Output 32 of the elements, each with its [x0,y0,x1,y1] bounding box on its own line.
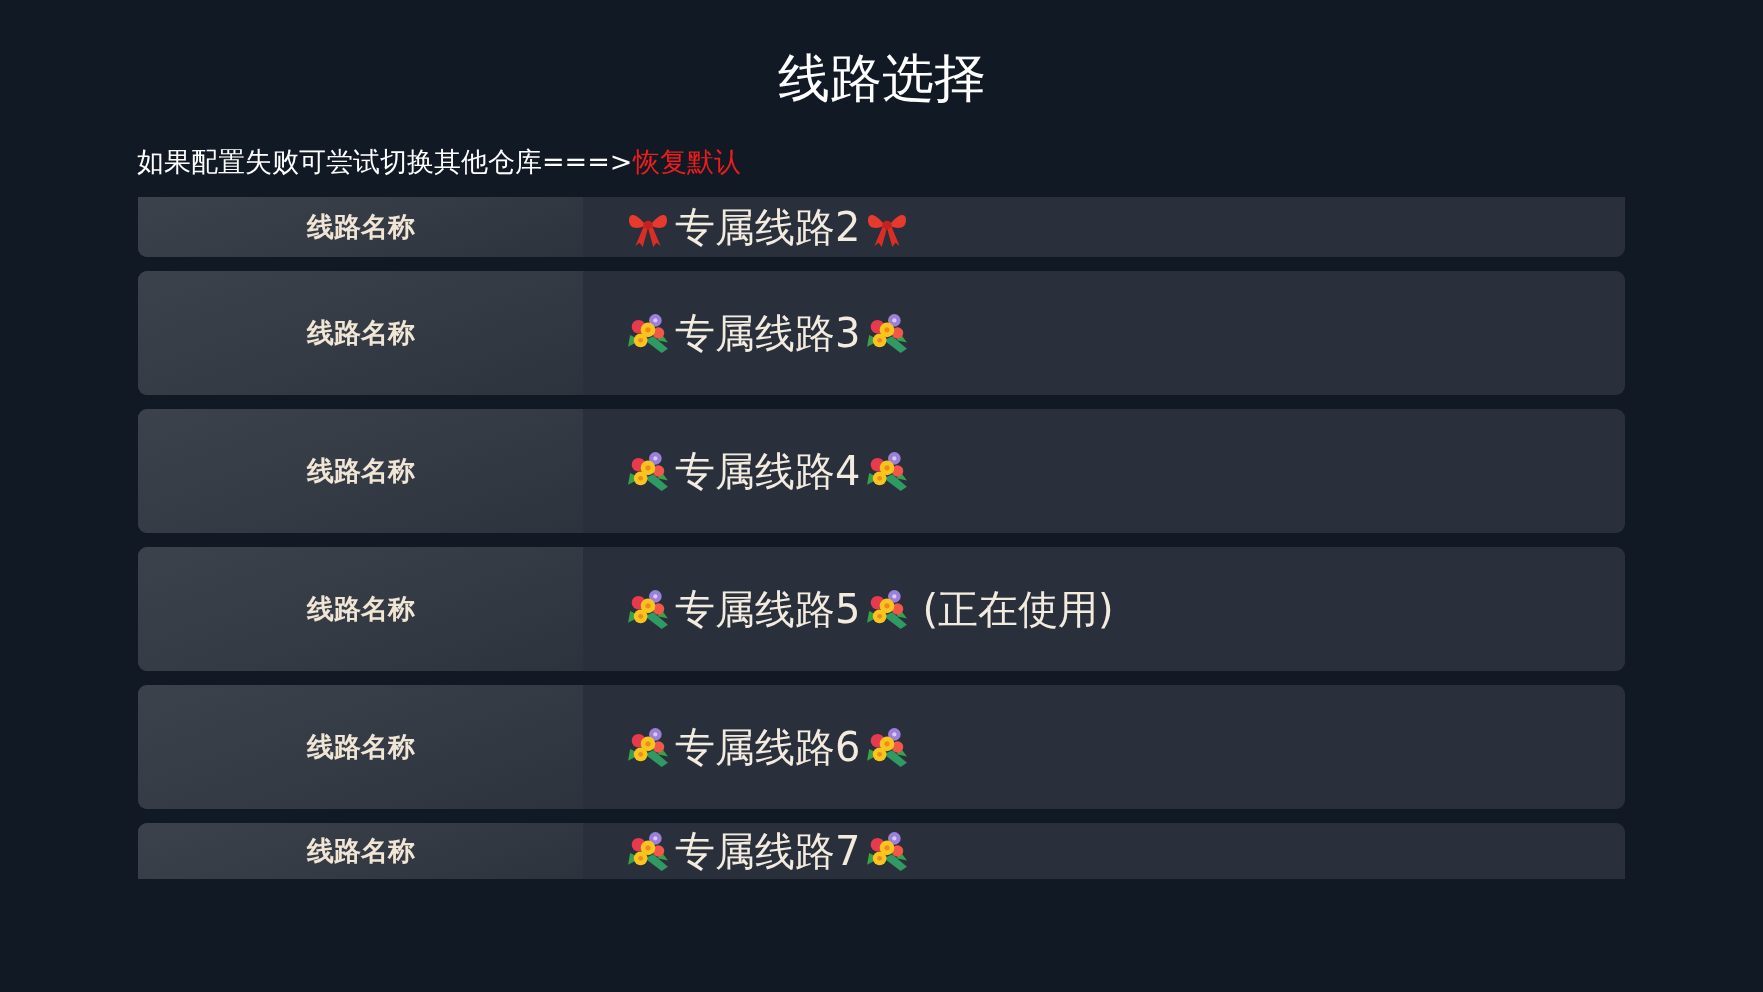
route-row[interactable]: 线路名称 专属线路2 [138,197,1625,257]
route-name: 专属线路7 [675,826,861,876]
route-label: 线路名称 [138,823,583,879]
route-name: 专属线路5 [675,584,861,634]
bouquet-icon [866,450,909,492]
bouquet-icon [866,830,909,872]
bouquet-icon [627,450,669,492]
in-use-text: (正在使用) [922,584,1114,634]
bouquet-icon [627,830,669,872]
route-name: 专属线路3 [675,308,861,358]
route-label: 线路名称 [138,547,583,671]
route-row[interactable]: 线路名称 专属线路3 [138,271,1625,395]
page-title: 线路选择 [777,47,986,110]
bouquet-icon [866,726,909,768]
route-label: 线路名称 [138,271,583,395]
bouquet-icon [866,588,909,630]
restore-default-link[interactable]: 恢复默认 [632,146,741,177]
bouquet-icon [627,312,669,354]
route-label: 线路名称 [138,197,583,257]
route-row[interactable]: 线路名称 专属线路5 (正在使用) [138,547,1625,671]
bouquet-icon [627,588,669,630]
bouquet-icon [627,726,669,768]
route-row[interactable]: 线路名称 专属线路4 [138,409,1625,533]
route-name: 专属线路6 [675,722,861,772]
bouquet-icon [866,312,909,354]
hint-text: 如果配置失败可尝试切换其他仓库===>恢复默认 [137,145,741,179]
route-row[interactable]: 线路名称 专属线路7 [138,823,1625,879]
route-name: 专属线路4 [675,446,861,496]
route-name: 专属线路2 [675,202,861,252]
route-label: 线路名称 [138,409,583,533]
route-label: 线路名称 [138,685,583,809]
route-row[interactable]: 线路名称 专属线路6 [138,685,1625,809]
